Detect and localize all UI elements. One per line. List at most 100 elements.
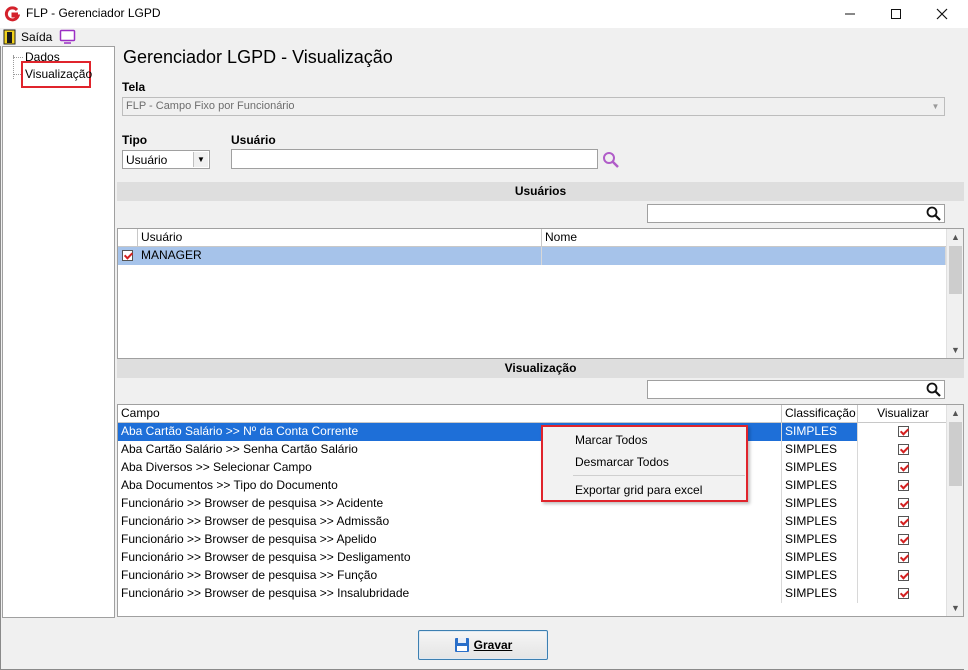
- visualizar-checkbox[interactable]: [898, 552, 909, 563]
- cell-visualizar: [858, 459, 948, 477]
- table-row[interactable]: MANAGER: [118, 247, 946, 265]
- cell-visualizar: [858, 441, 948, 459]
- table-row[interactable]: Funcionário >> Browser de pesquisa >> Ad…: [118, 513, 948, 531]
- visualizacao-section-header: Visualização: [117, 359, 964, 378]
- cell-campo: Funcionário >> Browser de pesquisa >> De…: [118, 549, 782, 567]
- exit-door-icon: [3, 29, 16, 45]
- cell-classificacao: SIMPLES: [782, 441, 858, 459]
- visualizacao-scrollbar[interactable]: ▲ ▼: [946, 405, 963, 616]
- scroll-up-icon[interactable]: ▲: [947, 229, 963, 245]
- table-row[interactable]: Aba Cartão Salário >> Senha Cartão Salár…: [118, 441, 948, 459]
- table-row[interactable]: Funcionário >> Browser de pesquisa >> Ac…: [118, 495, 948, 513]
- usuarios-search-input[interactable]: [647, 204, 945, 223]
- tipo-label: Tipo: [122, 133, 148, 147]
- app-logo-icon: [4, 6, 20, 22]
- column-header-classificacao[interactable]: Classificação: [782, 405, 858, 423]
- table-row[interactable]: Aba Diversos >> Selecionar Campo SIMPLES: [118, 459, 948, 477]
- usuarios-scrollbar[interactable]: ▲ ▼: [946, 229, 963, 358]
- tela-label: Tela: [122, 80, 146, 94]
- cell-classificacao: SIMPLES: [782, 423, 858, 441]
- cell-classificacao: SIMPLES: [782, 567, 858, 585]
- table-row[interactable]: Funcionário >> Browser de pesquisa >> Ap…: [118, 531, 948, 549]
- usuarios-grid-header: Usuário Nome: [118, 229, 948, 247]
- table-row[interactable]: Aba Documentos >> Tipo do Documento SIMPL…: [118, 477, 948, 495]
- tela-select-value: FLP - Campo Fixo por Funcionário: [126, 100, 295, 112]
- cell-campo: Funcionário >> Browser de pesquisa >> Ad…: [118, 513, 782, 531]
- save-button[interactable]: Gravar: [418, 630, 548, 660]
- floppy-disk-icon: [454, 638, 469, 652]
- save-button-label: Gravar: [473, 638, 513, 652]
- tree-connector: [13, 55, 14, 79]
- column-header-campo[interactable]: Campo: [118, 405, 782, 423]
- checkbox-column-header: [118, 229, 138, 247]
- visualizar-checkbox[interactable]: [898, 480, 909, 491]
- scrollbar-thumb[interactable]: [949, 246, 962, 294]
- column-header-usuario[interactable]: Usuário: [138, 229, 542, 247]
- cell-visualizar: [858, 567, 948, 585]
- maximize-icon: [891, 9, 901, 19]
- visualizar-checkbox[interactable]: [898, 462, 909, 473]
- visualizar-checkbox[interactable]: [898, 588, 909, 599]
- table-row[interactable]: Funcionário >> Browser de pesquisa >> In…: [118, 585, 948, 603]
- tree-item-visualizacao[interactable]: Visualização: [25, 67, 92, 81]
- cell-visualizar: [858, 477, 948, 495]
- visualizacao-search-input[interactable]: [647, 380, 945, 399]
- search-icon[interactable]: [602, 151, 620, 169]
- close-button[interactable]: [919, 0, 965, 28]
- visualizar-checkbox[interactable]: [898, 534, 909, 545]
- cell-classificacao: SIMPLES: [782, 513, 858, 531]
- scroll-down-icon[interactable]: ▼: [947, 342, 963, 358]
- visualizar-checkbox[interactable]: [898, 516, 909, 527]
- visualizar-checkbox[interactable]: [898, 570, 909, 581]
- chevron-down-icon: ▼: [193, 152, 208, 167]
- minimize-icon: [845, 13, 855, 15]
- visualizar-checkbox[interactable]: [898, 426, 909, 437]
- column-header-nome[interactable]: Nome: [542, 229, 948, 247]
- cell-visualizar: [858, 495, 948, 513]
- table-row[interactable]: Funcionário >> Browser de pesquisa >> Fu…: [118, 567, 948, 585]
- maximize-button[interactable]: [873, 0, 919, 28]
- cell-classificacao: SIMPLES: [782, 531, 858, 549]
- cell-usuario: MANAGER: [138, 247, 542, 265]
- search-icon[interactable]: [926, 382, 942, 398]
- menu-item-marcar-todos[interactable]: Marcar Todos: [575, 433, 647, 447]
- cell-classificacao: SIMPLES: [782, 495, 858, 513]
- window-right-edge: [964, 28, 968, 670]
- row-checkbox-cell: [118, 247, 138, 265]
- cell-classificacao: SIMPLES: [782, 477, 858, 495]
- exit-menu-item[interactable]: Saída: [3, 29, 52, 45]
- usuarios-grid: Usuário Nome MANAGER ▲ ▼: [117, 228, 964, 359]
- monitor-icon: [59, 29, 76, 44]
- menu-separator: [573, 475, 745, 476]
- scroll-up-icon[interactable]: ▲: [947, 405, 963, 421]
- cell-classificacao: SIMPLES: [782, 549, 858, 567]
- visualizacao-grid-header: Campo Classificação Visualizar: [118, 405, 948, 423]
- usuario-input[interactable]: [231, 149, 598, 169]
- exit-menu-label: Saída: [21, 30, 53, 44]
- minimize-button[interactable]: [827, 0, 873, 28]
- cell-visualizar: [858, 585, 948, 603]
- column-header-visualizar[interactable]: Visualizar: [858, 405, 948, 423]
- visualizar-checkbox[interactable]: [898, 444, 909, 455]
- cell-visualizar: [858, 531, 948, 549]
- menu-item-exportar-excel[interactable]: Exportar grid para excel: [575, 483, 702, 497]
- scroll-down-icon[interactable]: ▼: [947, 600, 963, 616]
- tela-select[interactable]: FLP - Campo Fixo por Funcionário ▼: [122, 97, 945, 116]
- cell-classificacao: SIMPLES: [782, 459, 858, 477]
- tipo-select[interactable]: Usuário ▼: [122, 150, 210, 169]
- cell-campo: Funcionário >> Browser de pesquisa >> In…: [118, 585, 782, 603]
- menu-item-desmarcar-todos[interactable]: Desmarcar Todos: [575, 455, 669, 469]
- page-title: Gerenciador LGPD - Visualização: [123, 47, 393, 67]
- cell-visualizar: [858, 549, 948, 567]
- row-checkbox[interactable]: [122, 250, 133, 261]
- chevron-down-icon: ▼: [931, 102, 940, 111]
- navigation-tree: Dados Visualização: [2, 46, 115, 618]
- table-row[interactable]: Funcionário >> Browser de pesquisa >> De…: [118, 549, 948, 567]
- cell-campo: Funcionário >> Browser de pesquisa >> Fu…: [118, 567, 782, 585]
- search-icon[interactable]: [926, 206, 942, 222]
- scrollbar-thumb[interactable]: [949, 422, 962, 486]
- tree-connector: [13, 57, 23, 58]
- visualizar-checkbox[interactable]: [898, 498, 909, 509]
- table-row[interactable]: Aba Cartão Salário >> Nº da Conta Corren…: [118, 423, 948, 441]
- usuario-label: Usuário: [231, 133, 276, 147]
